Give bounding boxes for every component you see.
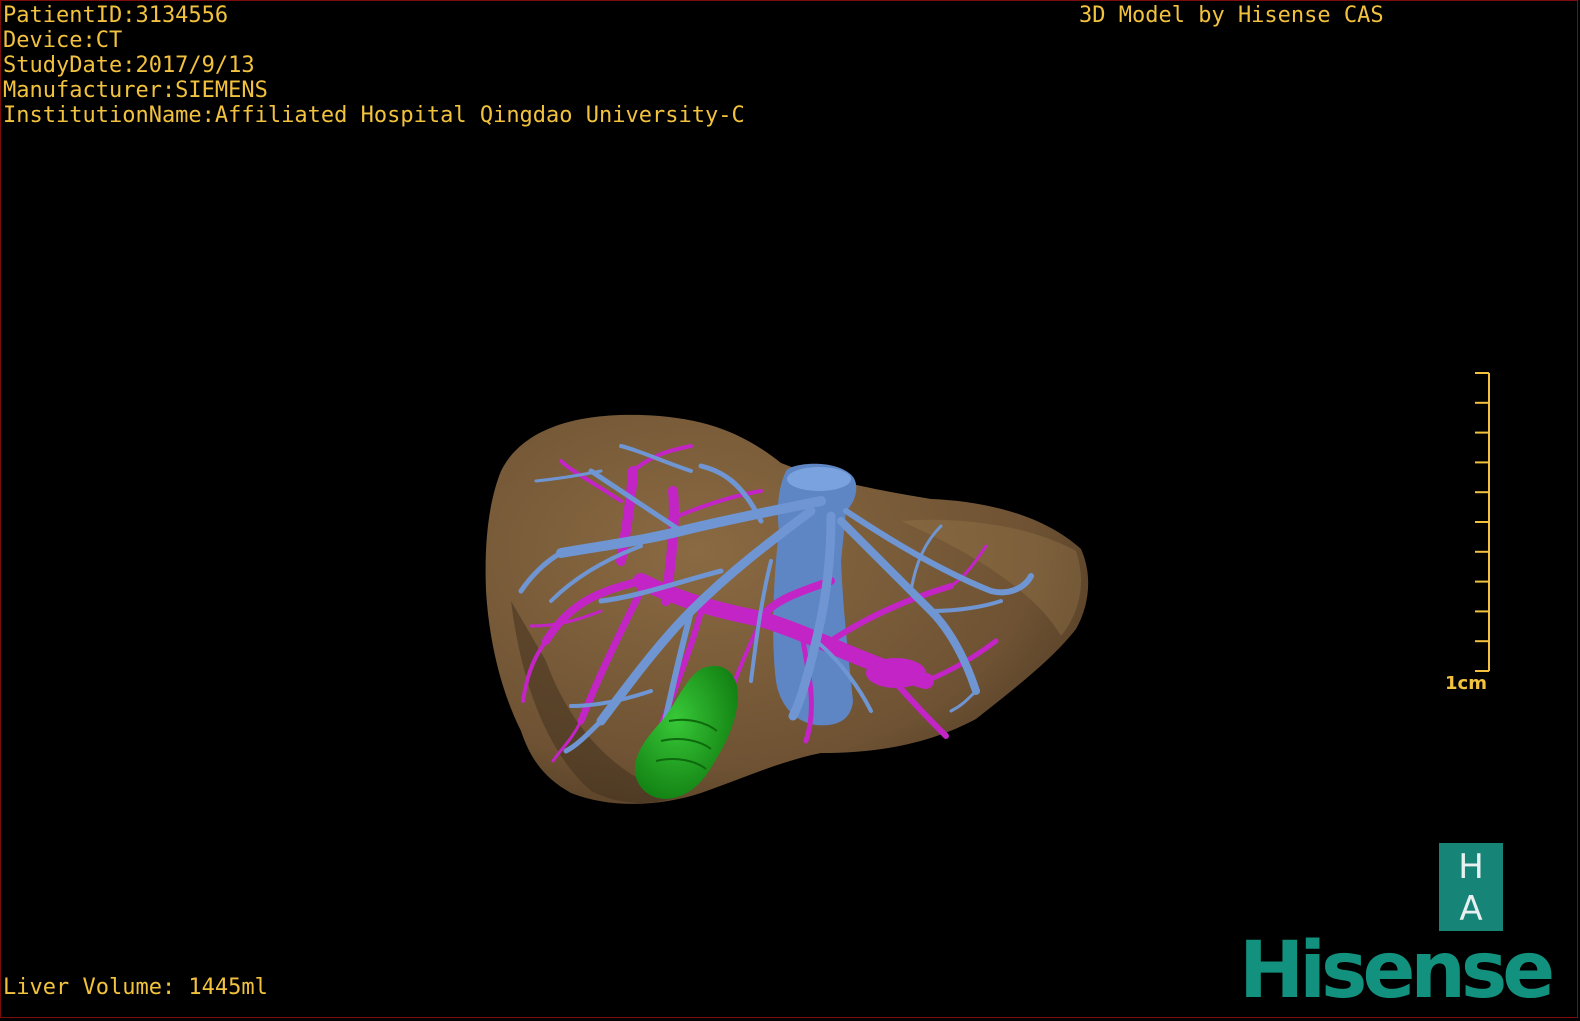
hisense-logo: Hisense	[1239, 926, 1555, 1016]
scale-bar	[1475, 372, 1490, 672]
scale-bar-label: 1cm	[1445, 673, 1487, 694]
badge-letter-h: H	[1458, 847, 1484, 887]
badge-letter-a: A	[1459, 889, 1483, 929]
liver-volume-text: Liver Volume: 1445ml	[3, 975, 268, 1000]
ha-badge-logo: H A	[1439, 843, 1503, 931]
3d-viewport[interactable]: PatientID:3134556 Device:CT StudyDate:20…	[0, 0, 1578, 1018]
